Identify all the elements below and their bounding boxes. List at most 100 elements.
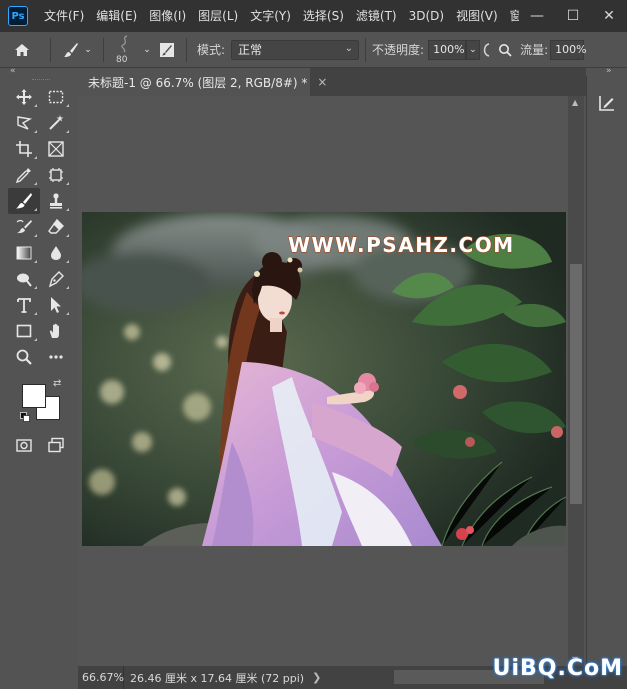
close-button[interactable]: ✕ — [591, 0, 627, 32]
menu-filter[interactable]: 滤镜(T) — [350, 0, 403, 32]
rectangle-tool[interactable] — [8, 318, 40, 344]
hand-tool[interactable] — [40, 318, 72, 344]
document-tab[interactable]: 未标题-1 @ 66.7% (图层 2, RGB/8#) * × — [78, 68, 327, 96]
menu-file[interactable]: 文件(F) — [38, 0, 90, 32]
zoom-level[interactable]: 66.67% — [78, 666, 124, 689]
collapse-left-icon[interactable]: « — [10, 66, 15, 76]
frame-icon — [48, 141, 64, 157]
frame-tool[interactable] — [40, 136, 72, 162]
collapse-right-icon[interactable]: » — [606, 66, 611, 76]
default-colors-icon[interactable] — [20, 412, 30, 422]
foreground-color-swatch[interactable] — [22, 384, 46, 408]
properties-panel-button[interactable] — [593, 90, 621, 116]
eyedropper-icon — [15, 168, 31, 184]
water-drop-icon — [51, 246, 61, 260]
chevron-down-icon: ⌄ — [344, 42, 354, 54]
scroll-thumb[interactable] — [570, 264, 582, 504]
pen-icon — [48, 271, 64, 288]
opacity-input[interactable]: 100% — [428, 39, 467, 60]
home-icon[interactable] — [0, 35, 44, 65]
brush-settings-toggle[interactable] — [154, 35, 180, 65]
flow-input[interactable]: 100% — [550, 39, 587, 60]
polygonal-lasso-icon — [17, 116, 33, 130]
eraser-icon — [48, 218, 64, 234]
dodge-icon — [17, 273, 32, 287]
artwork-watermark-text: WWW.PSAHZ.COM — [288, 233, 515, 257]
separator — [186, 37, 187, 62]
blur-tool[interactable] — [40, 240, 72, 266]
status-menu-arrow-icon[interactable]: ❯ — [312, 671, 321, 684]
separator — [365, 37, 367, 62]
separator — [50, 37, 51, 62]
brush-stroke-icon — [121, 34, 128, 52]
chevron-down-icon: ⌄ — [84, 44, 92, 55]
lasso-tool[interactable] — [8, 110, 40, 136]
chevron-down-icon[interactable]: ⌄ — [140, 35, 154, 65]
magic-wand-tool[interactable] — [40, 110, 72, 136]
stamp-icon — [50, 193, 62, 209]
menu-view[interactable]: 视图(V) — [450, 0, 504, 32]
history-brush-tool[interactable] — [8, 214, 40, 240]
menu-select[interactable]: 选择(S) — [297, 0, 350, 32]
photoshop-logo: Ps — [8, 6, 28, 26]
options-bar: ⌄ 80 ⌄ 模式: 正常 ⌄ 不透明度: 100% ⌄ 流量: 100% — [0, 32, 627, 68]
move-tool[interactable] — [8, 84, 40, 110]
content-aware-tool[interactable] — [40, 162, 72, 188]
marquee-tool[interactable] — [40, 84, 72, 110]
brush-preset-picker[interactable]: ⌄ — [57, 35, 97, 65]
menu-layer[interactable]: 图层(L) — [192, 0, 244, 32]
document-title: 未标题-1 @ 66.7% (图层 2, RGB/8#) * — [88, 75, 308, 90]
eyedropper-tool[interactable] — [8, 162, 40, 188]
swap-colors-icon[interactable]: ⇄ — [53, 378, 61, 389]
minimize-button[interactable]: — — [519, 0, 555, 32]
properties-edit-icon — [599, 96, 614, 111]
brush-size-value: 80 — [116, 54, 128, 65]
more-dots-icon — [49, 355, 63, 359]
right-panel-dock — [586, 76, 627, 666]
menu-image[interactable]: 图像(I) — [143, 0, 192, 32]
gradient-tool[interactable] — [8, 240, 40, 266]
rectangle-shape-icon — [16, 324, 32, 338]
rectangle-marquee-icon — [48, 90, 64, 104]
menu-bar: Ps 文件(F) 编辑(E) 图像(I) 图层(L) 文字(Y) 选择(S) 滤… — [0, 0, 627, 32]
spot-frame-icon — [49, 168, 63, 182]
maximize-button[interactable]: ☐ — [555, 0, 591, 32]
path-selection-tool[interactable] — [40, 292, 72, 318]
menu-3d[interactable]: 3D(D) — [403, 0, 450, 32]
blend-mode-select[interactable]: 正常 ⌄ — [231, 39, 360, 60]
opacity-dropdown[interactable]: ⌄ — [466, 39, 481, 60]
quick-mask-button[interactable] — [8, 432, 40, 458]
hand-icon — [49, 323, 59, 338]
close-tab-icon[interactable]: × — [317, 75, 327, 89]
search-icon[interactable] — [494, 35, 516, 65]
brush-size-control[interactable]: 80 — [110, 34, 140, 65]
menu-edit[interactable]: 编辑(E) — [90, 0, 143, 32]
arrow-pointer-icon — [51, 297, 61, 313]
clone-stamp-tool[interactable] — [40, 188, 72, 214]
screen-mode-button[interactable] — [40, 432, 72, 458]
brush-icon — [64, 42, 79, 57]
menu-type[interactable]: 文字(Y) — [244, 0, 297, 32]
opacity-label: 不透明度: — [372, 43, 425, 57]
document-tab-bar: 未标题-1 @ 66.7% (图层 2, RGB/8#) * × — [78, 68, 586, 96]
type-tool[interactable] — [8, 292, 40, 318]
scroll-up-icon[interactable]: ▲ — [572, 98, 578, 107]
separator — [103, 37, 104, 62]
zoom-tool[interactable] — [8, 344, 40, 370]
history-brush-icon — [16, 219, 32, 234]
toolbar-grip[interactable] — [8, 76, 74, 84]
pressure-opacity-icon[interactable] — [480, 35, 494, 65]
brush-tool[interactable] — [8, 188, 40, 214]
crop-icon — [16, 141, 32, 157]
dodge-tool[interactable] — [8, 266, 40, 292]
canvas-area[interactable]: WWW.PSAHZ.COM — [78, 96, 568, 666]
artwork-image[interactable]: WWW.PSAHZ.COM — [82, 212, 566, 546]
document-dimensions: 26.46 厘米 x 17.64 厘米 (72 ppi) — [130, 671, 305, 685]
crop-tool[interactable] — [8, 136, 40, 162]
vertical-scrollbar[interactable]: ▲ ▼ — [568, 96, 584, 666]
eraser-tool[interactable] — [40, 214, 72, 240]
flow-label: 流量: — [520, 43, 549, 57]
more-tools[interactable] — [40, 344, 72, 370]
brush-panel-icon — [160, 42, 174, 57]
pen-tool[interactable] — [40, 266, 72, 292]
